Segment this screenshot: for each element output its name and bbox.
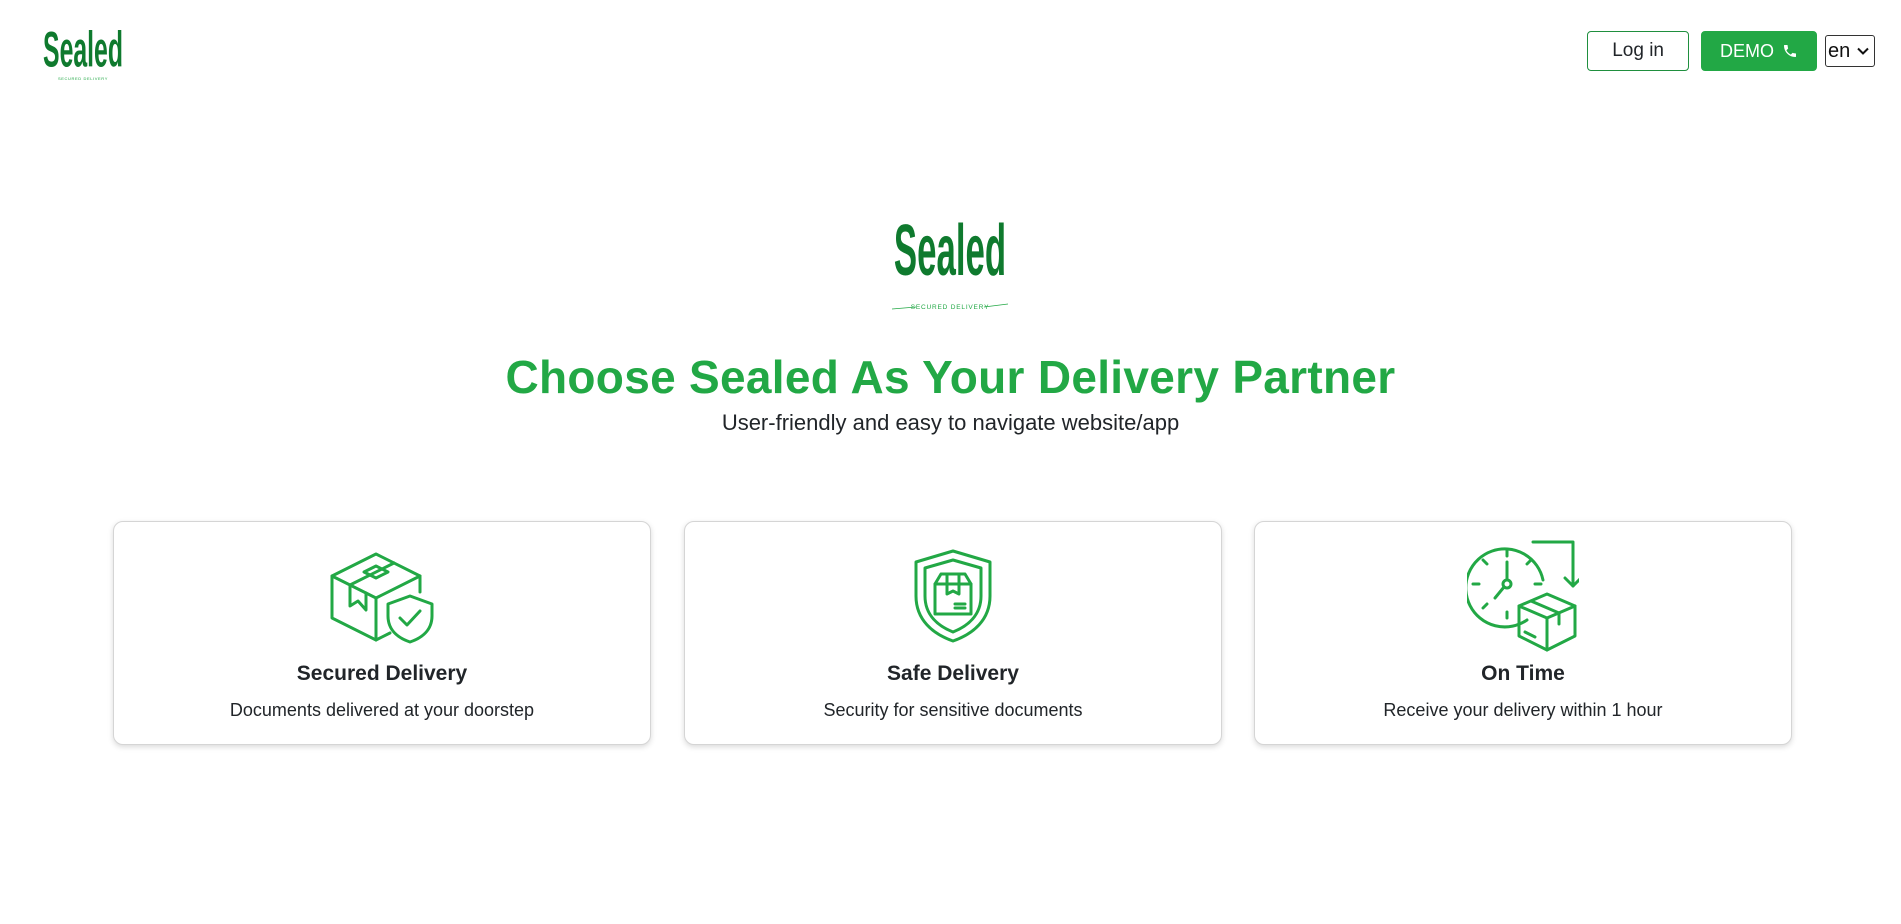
demo-button[interactable]: DEMO — [1701, 31, 1817, 71]
nav-logo-text: Sealed — [43, 22, 123, 78]
demo-button-label: DEMO — [1720, 40, 1774, 61]
feature-text: Receive your delivery within 1 hour — [1383, 700, 1663, 720]
feature-text: Security for sensitive documents — [823, 700, 1083, 720]
nav-logo-tagline: SECURED DELIVERY — [58, 76, 108, 81]
shield-box-icon — [914, 549, 992, 643]
sealed-logo[interactable]: Sealed SECURED DELIVERY — [40, 18, 126, 82]
feature-title: Secured Delivery — [296, 662, 468, 685]
feature-card-safe-delivery: Safe Delivery Security for sensitive doc… — [684, 521, 1222, 745]
login-button[interactable]: Log in — [1587, 31, 1689, 71]
feature-text: Documents delivered at your doorstep — [229, 700, 535, 720]
language-value: en — [1828, 39, 1851, 62]
box-shield-check-icon — [330, 552, 434, 644]
page-title: Choose Sealed As Your Delivery Partner — [505, 351, 1396, 403]
feature-card-secured-delivery: Secured Delivery Documents delivered at … — [113, 521, 651, 745]
hero-logo-tagline: SECURED DELIVERY — [911, 304, 989, 311]
phone-icon — [1784, 45, 1796, 57]
language-select[interactable]: en — [1825, 35, 1875, 67]
page-subtitle: User-friendly and easy to navigate websi… — [721, 410, 1180, 435]
clock-box-icon — [1467, 540, 1579, 652]
feature-title: On Time — [1481, 662, 1565, 685]
hero-logo: Sealed SECURED DELIVERY — [891, 214, 1009, 311]
feature-card-on-time: On Time Receive your delivery within 1 h… — [1254, 521, 1792, 745]
nav-actions: Log in DEMO en — [1587, 31, 1875, 71]
hero-logo-text: Sealed — [894, 214, 1006, 292]
navbar: Sealed SECURED DELIVERY Log in DEMO en — [0, 0, 1901, 104]
feature-title: Safe Delivery — [887, 662, 1019, 685]
chevron-down-icon — [1857, 47, 1869, 55]
